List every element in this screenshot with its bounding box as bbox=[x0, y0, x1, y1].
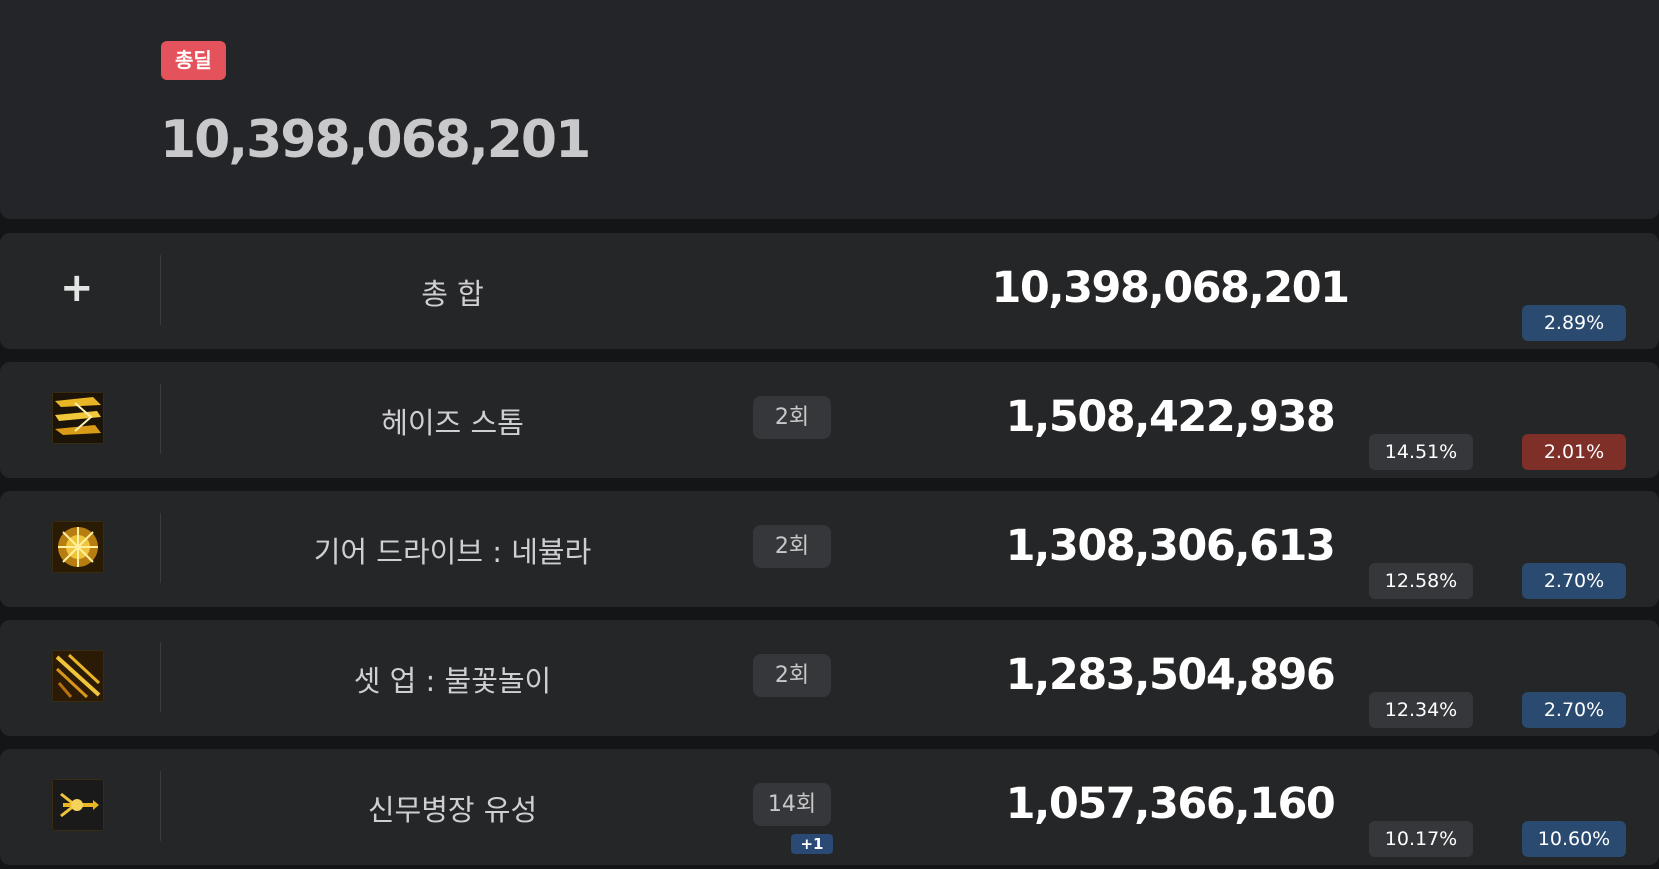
shinmu-meteor-skill-icon bbox=[52, 779, 104, 831]
hit-count-badge: 2회 bbox=[753, 525, 831, 568]
setup-fireworks-skill-icon bbox=[52, 650, 104, 702]
extra-hit-badge: +1 bbox=[791, 834, 833, 854]
skill-row[interactable]: 신무병장 유성 14회 +1 1,057,366,160 10.17% 10.6… bbox=[0, 749, 1659, 865]
rate-badge: 2.01% bbox=[1522, 434, 1626, 470]
summary-label: 총 합 bbox=[421, 277, 484, 311]
skill-name: 기어 드라이브 : 네뷸라 bbox=[313, 535, 592, 569]
skill-damage: 1,308,306,613 bbox=[1005, 521, 1336, 571]
skill-name: 셋 업 : 불꽃놀이 bbox=[353, 664, 552, 698]
gear-drive-nebula-skill-icon bbox=[52, 521, 104, 573]
skill-row[interactable]: 기어 드라이브 : 네뷸라 2회 1,308,306,613 12.58% 2.… bbox=[0, 491, 1659, 607]
rate-badge: 2.70% bbox=[1522, 692, 1626, 728]
skill-damage: 1,508,422,938 bbox=[1005, 392, 1336, 442]
damage-share-badge: 10.17% bbox=[1369, 821, 1473, 857]
damage-share-badge: 12.58% bbox=[1369, 563, 1473, 599]
hit-count-badge: 2회 bbox=[753, 396, 831, 439]
skill-name: 헤이즈 스톰 bbox=[381, 406, 524, 440]
summary-rate-badge: 2.89% bbox=[1522, 305, 1626, 341]
summary-damage: 10,398,068,201 bbox=[991, 263, 1350, 313]
total-damage-badge: 총딜 bbox=[161, 41, 226, 80]
hit-count-badge: 2회 bbox=[753, 654, 831, 697]
rate-badge: 2.70% bbox=[1522, 563, 1626, 599]
hit-count-badge: 14회 bbox=[753, 783, 831, 826]
damage-share-badge: 14.51% bbox=[1369, 434, 1473, 470]
skill-damage: 1,057,366,160 bbox=[1005, 779, 1336, 829]
rate-badge: 10.60% bbox=[1522, 821, 1626, 857]
skill-name: 신무병장 유성 bbox=[367, 793, 538, 827]
skill-row[interactable]: 헤이즈 스톰 2회 1,508,422,938 14.51% 2.01% bbox=[0, 362, 1659, 478]
plus-icon[interactable]: + bbox=[60, 263, 94, 313]
total-damage-value: 10,398,068,201 bbox=[160, 110, 591, 170]
summary-row[interactable]: + 총 합 10,398,068,201 2.89% bbox=[0, 233, 1659, 349]
damage-share-badge: 12.34% bbox=[1369, 692, 1473, 728]
skill-damage: 1,283,504,896 bbox=[1005, 650, 1336, 700]
total-damage-header: 총딜 10,398,068,201 bbox=[0, 0, 1659, 219]
haze-storm-skill-icon bbox=[52, 392, 104, 444]
skill-row[interactable]: 셋 업 : 불꽃놀이 2회 1,283,504,896 12.34% 2.70% bbox=[0, 620, 1659, 736]
